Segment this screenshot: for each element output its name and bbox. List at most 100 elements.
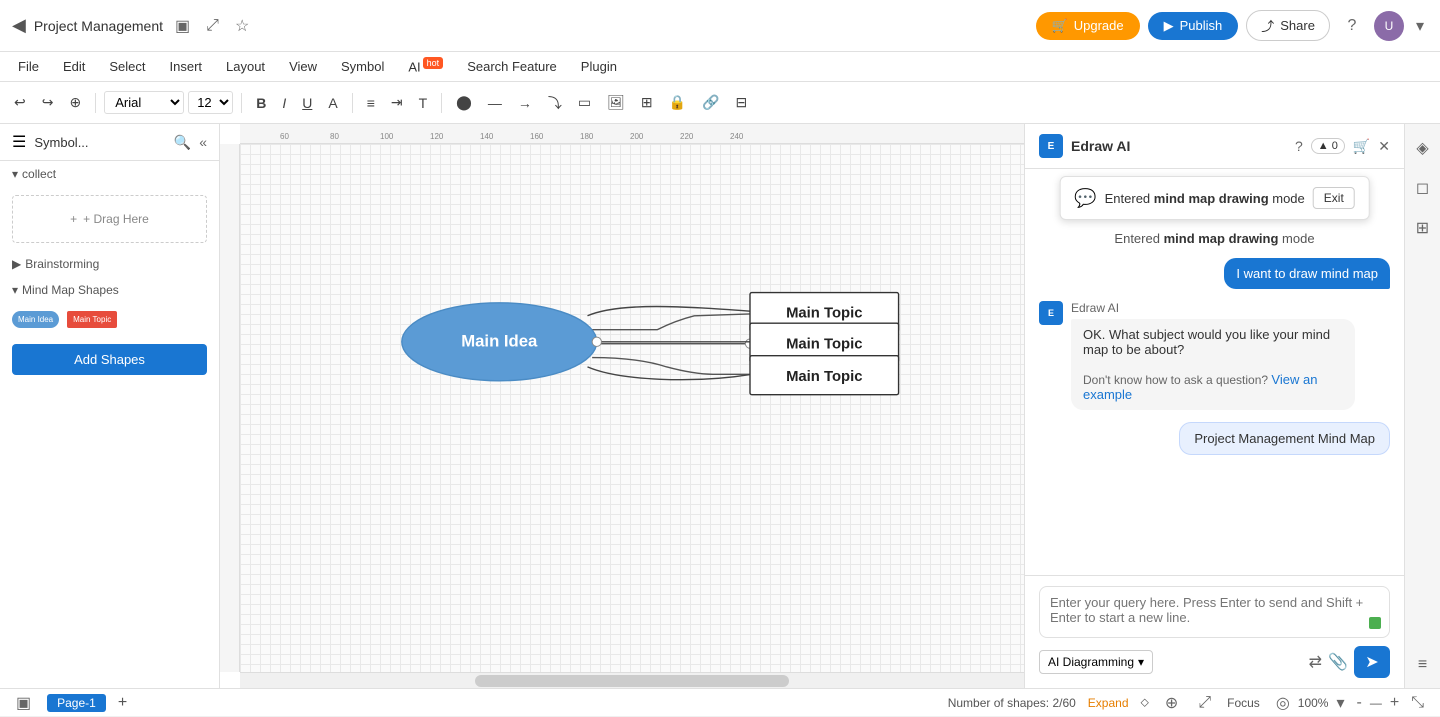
publish-button[interactable]: ▶ Publish [1148,12,1239,40]
ruler-mark: 200 [630,132,643,141]
menu-symbol[interactable]: Symbol [331,55,394,78]
main-idea-shape-thumb[interactable]: Main Idea [12,311,59,328]
drag-area[interactable]: + + Drag Here [12,195,207,243]
chat-input[interactable] [1050,595,1379,629]
rs-style-button[interactable]: ◻ [1410,172,1435,204]
zoom-down-button[interactable]: ▾ [1332,689,1348,717]
panel-icon-button[interactable]: ▣ [171,12,194,40]
toolbar-sep-3 [352,93,353,113]
grid-button[interactable]: ⊟ [729,90,753,115]
sidebar-section-collect[interactable]: ▾ collect [0,161,219,187]
help-button[interactable]: ? [1338,12,1366,40]
menu-ai[interactable]: AIhot [398,54,453,78]
toolbar-sep-1 [95,93,96,113]
shape-button-1[interactable]: ⬤ [450,90,478,115]
sidebar-section-mindmap[interactable]: ▾ Mind Map Shapes [0,277,219,303]
zoom-circle-button[interactable]: ◎ [1272,689,1294,717]
avatar-dropdown[interactable]: ▾ [1412,12,1428,40]
indent-button[interactable]: ⇥ [385,90,409,115]
menu-select[interactable]: Select [99,55,155,78]
ruler-mark: 140 [480,132,493,141]
user-avatar[interactable]: U [1374,11,1404,41]
collect-label: collect [22,167,56,181]
sidebar-section-brainstorming[interactable]: ▶ Brainstorming [0,251,219,277]
sidebar-search-button[interactable]: 🔍 [174,134,191,151]
table-button[interactable]: ⊞ [635,90,659,115]
rs-grid-button[interactable]: ⊞ [1410,212,1435,244]
box-button[interactable]: ▭ [572,90,597,115]
ai-diagramming-select[interactable]: AI Diagramming ▾ [1039,650,1153,674]
ai-cart-button[interactable]: 🛒 [1353,138,1370,155]
zoom-out-button[interactable]: - [1353,690,1366,716]
mode-tooltip: 💬 Entered mind map drawing mode Exit [1059,176,1370,220]
arrow-button[interactable]: → [512,91,538,115]
menu-layout[interactable]: Layout [216,55,275,78]
redo-button[interactable]: ↪ [36,90,60,115]
project-title: Project Management [34,18,163,34]
right-sidebar: ◈ ◻ ⊞ ≡ [1404,124,1440,688]
expand-link[interactable]: Expand [1088,696,1129,710]
rs-bottom-icon[interactable]: ≡ [1412,650,1433,680]
horizontal-scrollbar[interactable] [240,672,1024,688]
top-bar-icons: ▣ ⤢ ☆ [171,12,253,40]
star-button[interactable]: ☆ [231,12,253,40]
add-shapes-button[interactable]: Add Shapes [12,344,207,375]
link-button[interactable]: 🔗 [696,90,725,115]
menu-plugin[interactable]: Plugin [571,55,627,78]
send-button[interactable]: ➤ [1354,646,1390,678]
clone-button[interactable]: ⊕ [63,90,87,115]
scrollbar-thumb[interactable] [475,675,789,687]
rs-format-button[interactable]: ◈ [1410,132,1434,164]
menu-edit[interactable]: Edit [53,55,95,78]
underline-button[interactable]: U [296,91,318,115]
drag-label: + Drag Here [83,212,149,226]
layers-button[interactable]: ⊕ [1161,689,1182,717]
ruler-left [220,144,240,672]
ai-diagramming-label: AI Diagramming [1048,655,1134,669]
menu-search-feature[interactable]: Search Feature [457,55,567,78]
share-window-button[interactable]: ⤢ [202,13,223,39]
add-page-button[interactable]: + [118,694,127,712]
italic-button[interactable]: I [276,91,292,115]
bold-button[interactable]: B [250,91,272,115]
fit-button[interactable]: ⤢ [1194,690,1215,716]
ai-close-button[interactable]: ✕ [1378,138,1390,155]
mindmap-shapes-label: Mind Map Shapes [22,283,119,297]
chat-attach-button[interactable]: 📎 [1328,652,1348,672]
ruler-top: 60 80 100 120 140 160 180 200 220 240 [240,124,1024,144]
undo-button[interactable]: ↩ [8,90,32,115]
upgrade-button[interactable]: 🛒 Upgrade [1036,12,1140,40]
font-size-select[interactable]: 12 [188,91,233,114]
main-topic-shape-thumb[interactable]: Main Topic [67,311,117,328]
back-button[interactable]: ◀ [12,15,26,36]
align-button[interactable]: ≡ [361,91,381,115]
chat-action-buttons: ⇄ 📎 ➤ [1309,646,1390,678]
user-project-bubble: Project Management Mind Map [1179,422,1390,455]
fullscreen-button[interactable]: ⤡ [1407,690,1428,716]
top-bar-left: ◀ Project Management ▣ ⤢ ☆ [12,12,1028,40]
ai-panel-title: Edraw AI [1071,138,1287,154]
zoom-in-button[interactable]: + [1386,690,1403,716]
sidebar-shapes: Main Idea Main Topic [0,303,219,336]
panel-toggle-button[interactable]: ▣ [12,689,35,717]
sidebar-collapse-button[interactable]: « [199,134,207,150]
user-bubble-1: I want to draw mind map [1224,258,1390,289]
chat-format-button[interactable]: ⇄ [1309,652,1322,672]
connector-button[interactable]: ⤵ [542,89,568,117]
menu-view[interactable]: View [279,55,327,78]
exit-button[interactable]: Exit [1313,187,1355,209]
share-button[interactable]: ⤴ Share [1246,10,1330,41]
menu-insert[interactable]: Insert [160,55,213,78]
page-tab-active[interactable]: Page-1 [47,694,106,712]
expand-icon: ⬦ [1141,695,1149,710]
text-style-button[interactable]: T [413,91,434,115]
canvas-area[interactable]: 60 80 100 120 140 160 180 200 220 240 [220,124,1024,688]
image-button[interactable]: 🖼 [601,90,631,115]
font-family-select[interactable]: Arial [104,91,184,114]
lock-button[interactable]: 🔒 [663,90,692,115]
ai-help-button[interactable]: ? [1295,138,1303,154]
ai-panel-header: E Edraw AI ? ▲ 0 🛒 ✕ [1025,124,1404,169]
menu-file[interactable]: File [8,55,49,78]
line-button[interactable]: — [482,91,508,115]
font-color-button[interactable]: A [322,91,343,115]
